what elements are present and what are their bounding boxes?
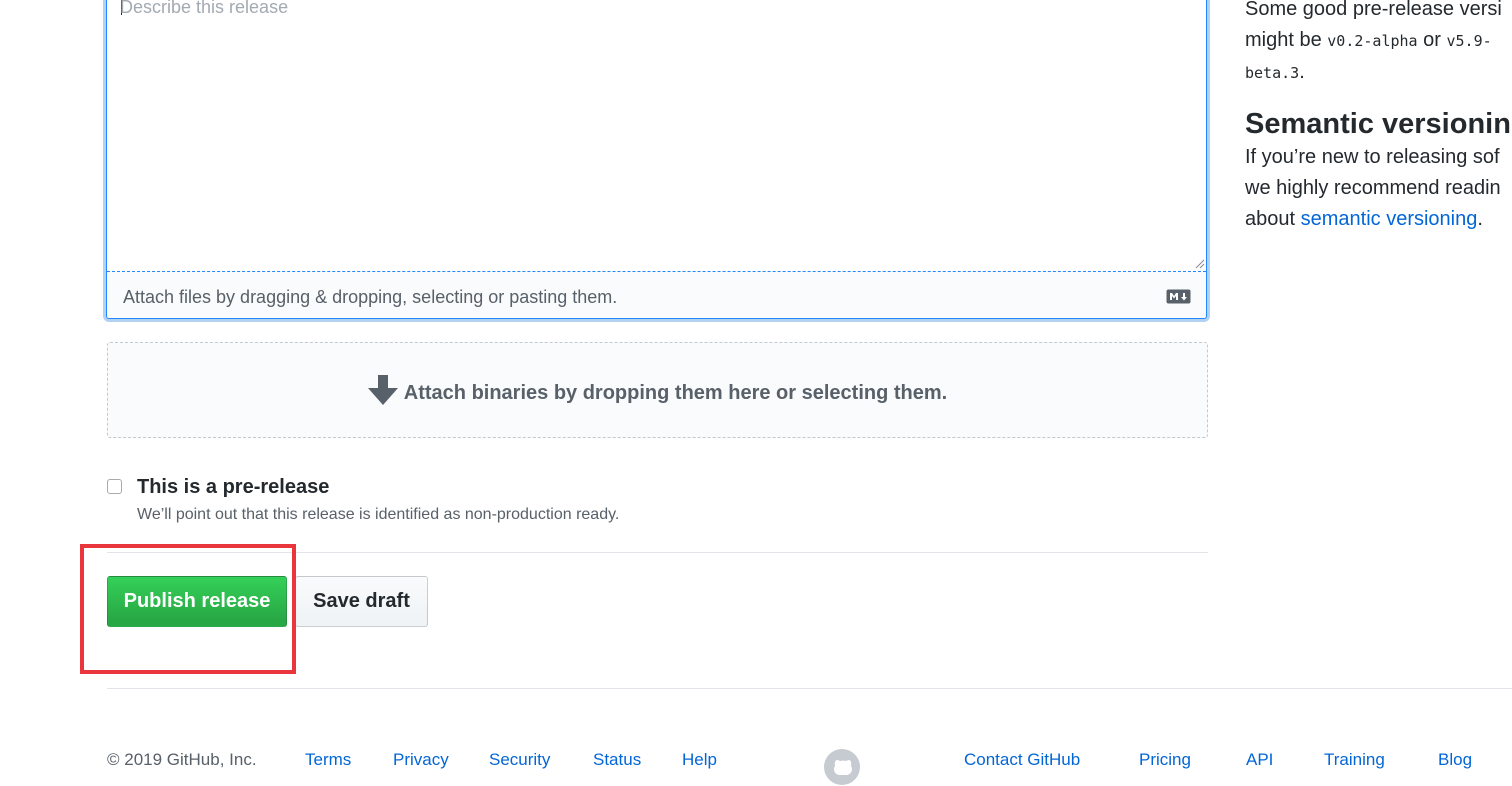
prerelease-help-line2: might be v0.2-alpha or v5.9- bbox=[1245, 29, 1492, 51]
footer-link-contact[interactable]: Contact GitHub bbox=[964, 750, 1080, 770]
binaries-dropzone[interactable]: Attach binaries by dropping them here or… bbox=[107, 342, 1208, 438]
prerelease-checkbox[interactable] bbox=[107, 479, 122, 494]
footer-divider bbox=[107, 688, 1512, 689]
attach-files-bar[interactable]: Attach files by dragging & dropping, sel… bbox=[107, 272, 1206, 318]
github-mark-icon[interactable] bbox=[823, 748, 861, 786]
footer-copyright: © 2019 GitHub, Inc. bbox=[107, 750, 257, 769]
semver-line2: we highly recommend readin bbox=[1245, 177, 1501, 199]
arrow-down-icon bbox=[367, 375, 398, 405]
footer-link-privacy[interactable]: Privacy bbox=[393, 750, 449, 770]
footer-link-training[interactable]: Training bbox=[1324, 750, 1385, 770]
footer-link-status[interactable]: Status bbox=[593, 750, 641, 770]
markdown-icon[interactable] bbox=[1166, 289, 1191, 304]
version-example-code: v5.9- bbox=[1446, 32, 1492, 50]
footer-link-pricing[interactable]: Pricing bbox=[1139, 750, 1191, 770]
footer-link-blog[interactable]: Blog bbox=[1438, 750, 1472, 770]
semver-link[interactable]: semantic versioning bbox=[1301, 208, 1478, 230]
version-example-code: v0.2-alpha bbox=[1327, 32, 1418, 50]
footer-link-help[interactable]: Help bbox=[682, 750, 717, 770]
footer-link-security[interactable]: Security bbox=[489, 750, 550, 770]
semver-line1: If you’re new to releasing sof bbox=[1245, 146, 1500, 168]
sidebar-help: Some good pre-release versi might be v0.… bbox=[1245, 0, 1512, 235]
description-placeholder: Describe this release bbox=[120, 0, 289, 17]
prerelease-help-line1: Some good pre-release versi bbox=[1245, 0, 1502, 20]
footer: © 2019 GitHub, Inc. Terms Privacy Securi… bbox=[0, 749, 1512, 785]
prerelease-label[interactable]: This is a pre-release bbox=[137, 476, 329, 499]
prerelease-note: We’ll point out that this release is ide… bbox=[137, 506, 620, 523]
save-draft-button[interactable]: Save draft bbox=[295, 576, 428, 627]
semver-line3: about semantic versioning. bbox=[1245, 208, 1483, 230]
footer-link-api[interactable]: API bbox=[1246, 750, 1273, 770]
attach-files-text: Attach files by dragging & dropping, sel… bbox=[123, 287, 618, 307]
release-description-textarea[interactable]: Describe this release bbox=[107, 0, 1206, 272]
footer-link-terms[interactable]: Terms bbox=[305, 750, 351, 770]
resize-grip-icon[interactable] bbox=[1195, 259, 1205, 269]
semver-heading: Semantic versioning bbox=[1245, 108, 1512, 140]
version-example-code: beta.3 bbox=[1245, 64, 1300, 82]
dropzone-text: Attach binaries by dropping them here or… bbox=[403, 382, 948, 404]
highlight-box bbox=[80, 544, 296, 674]
prerelease-help-line3: beta.3. bbox=[1245, 61, 1305, 83]
release-description-editor[interactable]: Describe this release Attach files by dr… bbox=[106, 0, 1207, 319]
